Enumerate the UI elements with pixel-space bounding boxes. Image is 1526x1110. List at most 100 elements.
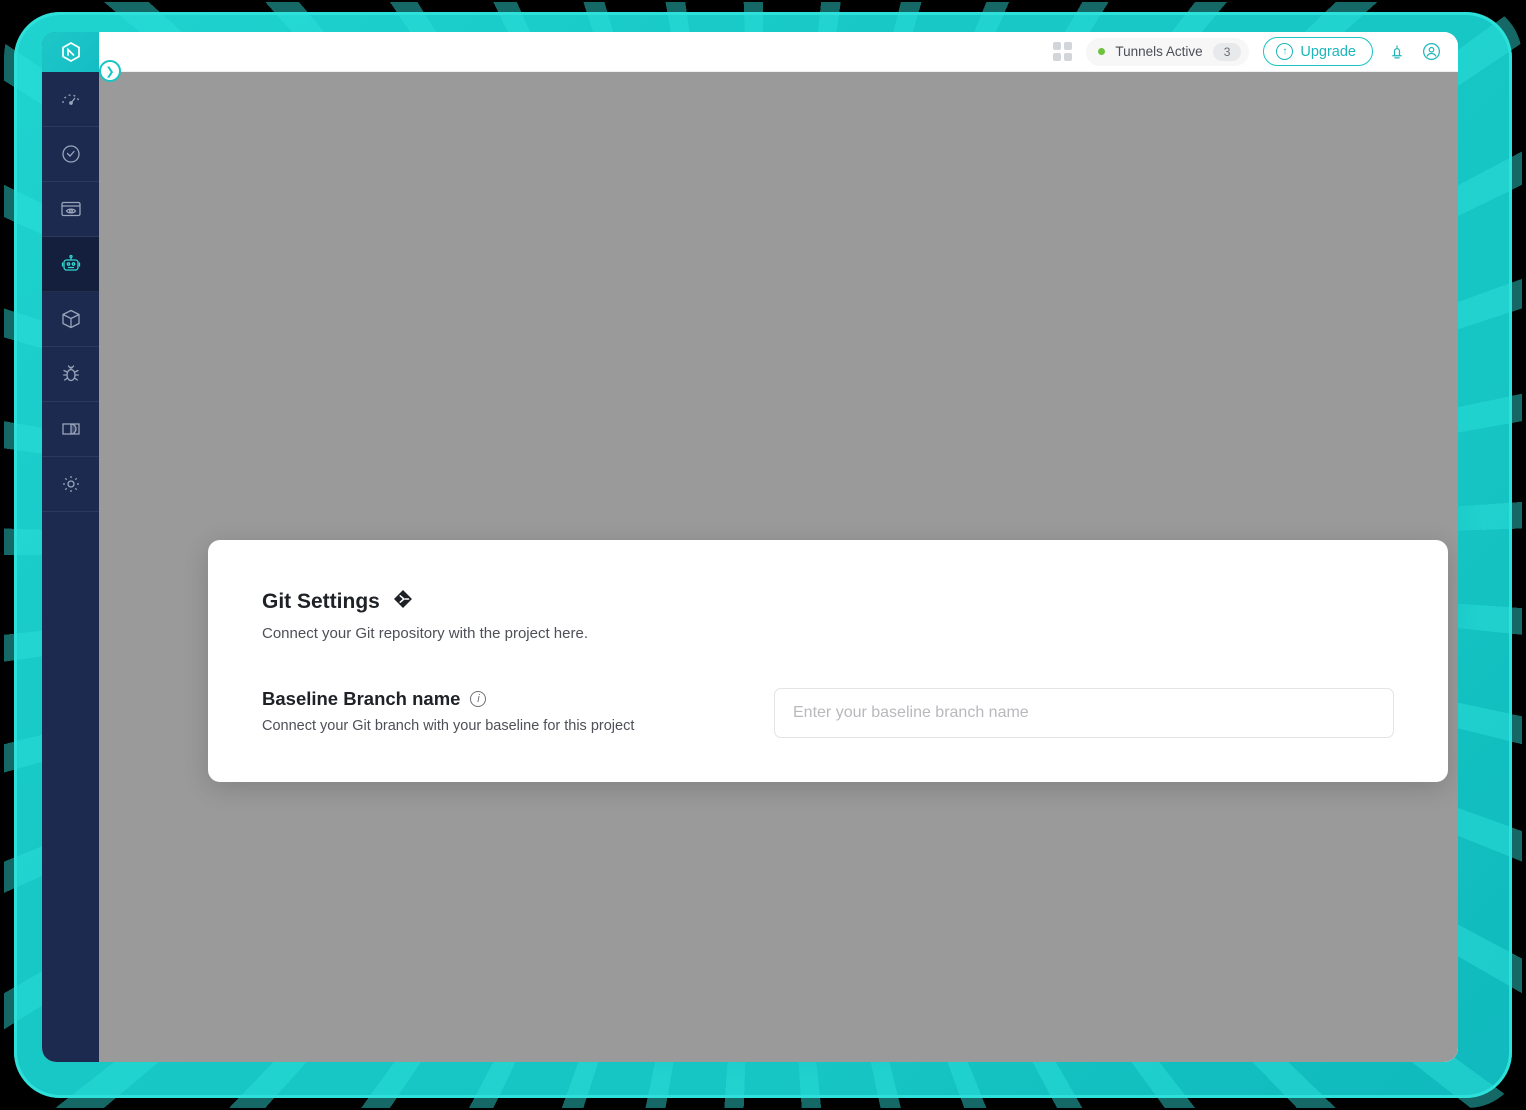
line — [319, 327, 450, 332]
tunnels-label: Tunnels Active — [1115, 44, 1202, 59]
baseline-branch-subtitle: Connect your Git branch with your baseli… — [262, 718, 774, 734]
diff-plant-shape — [1087, 421, 1098, 437]
email-updates-row: Get Email updates after every build run … — [134, 782, 1423, 848]
copy-icon — [1341, 1044, 1352, 1062]
user-account-icon[interactable] — [1421, 41, 1442, 62]
color-label-red: Red — [894, 120, 966, 135]
trash-icon[interactable] — [1256, 148, 1273, 170]
line — [392, 433, 539, 439]
card-header — [255, 298, 560, 360]
line — [392, 484, 501, 490]
color-field-alpha: Alpha — [1165, 120, 1237, 172]
browser-eye-icon — [59, 197, 83, 221]
baseline-branch-title: Baseline Branch name i — [262, 688, 774, 710]
lambdatest-logo[interactable] — [42, 32, 99, 72]
picture-frame-shape — [628, 374, 662, 404]
status-dot — [1098, 48, 1105, 55]
sample-card-test-output: Test Output — [611, 297, 918, 543]
lambdatest-badge-section-title: LAMBDATEST BADGE — [134, 950, 331, 967]
diff-dot-small — [1082, 375, 1101, 394]
top-bar: Tunnels Active 3 ↑ Upgrade — [99, 32, 1458, 72]
line — [392, 380, 486, 388]
lambdatest-logo-icon — [271, 1038, 285, 1055]
email-text-before: Get Email updates after every build run … — [213, 807, 579, 824]
clock-check-icon — [59, 142, 83, 166]
package-box-icon — [59, 307, 83, 331]
sidebar-item-builds[interactable] — [42, 292, 99, 347]
badge-code-text: [![This project is using lambdatest for … — [434, 1055, 1312, 1062]
grid-cell — [1064, 53, 1072, 61]
line — [319, 340, 490, 345]
color-field-blue: Blue — [984, 120, 1056, 172]
upgrade-label: Upgrade — [1300, 44, 1356, 60]
color-input-blue[interactable] — [984, 142, 1056, 172]
line — [749, 411, 837, 417]
robot-icon — [59, 252, 83, 276]
sidebar-item-visual-preview[interactable] — [42, 182, 99, 237]
card-illustration — [628, 374, 733, 487]
upload-circle-icon: ↑ — [1276, 43, 1293, 60]
picture-frame-shape — [271, 374, 305, 404]
test-output-card-image — [611, 297, 918, 514]
color-input-alpha[interactable] — [1165, 142, 1237, 172]
card-illustration — [271, 374, 376, 490]
lambdatest-badge-pill[interactable]: Visual Testing LAMBDATEST — [159, 1033, 392, 1060]
add-area-link[interactable]: Add Area — [234, 128, 292, 144]
git-settings-title-text: Git Settings — [262, 590, 380, 614]
grid-icon[interactable] — [1053, 42, 1072, 61]
desk-illustration — [628, 418, 728, 482]
line — [392, 450, 462, 456]
grid-cell — [1053, 53, 1061, 61]
header-lines — [319, 314, 544, 345]
info-icon[interactable]: i — [470, 691, 486, 707]
gear-icon — [59, 472, 83, 496]
line — [392, 399, 456, 405]
baseline-branch-row: Baseline Branch name i Connect your Git … — [262, 688, 1394, 738]
color-input-red[interactable] — [894, 142, 966, 172]
chevron-right-icon: ❯ — [105, 65, 114, 78]
sidebar-item-settings[interactable] — [42, 457, 99, 512]
color-field-green: Green — [1075, 120, 1147, 172]
sidebar-item-automation-bot[interactable] — [42, 237, 99, 292]
sidebar-item-realtime[interactable] — [42, 127, 99, 182]
git-settings-title: Git Settings — [262, 588, 1394, 616]
notification-bell-icon[interactable] — [1387, 42, 1407, 62]
diff-line — [1106, 453, 1207, 459]
sample-card-diff: Diff — [968, 297, 1275, 543]
color-editor: Red Blue Green Alpha — [894, 120, 1273, 172]
tunnels-active-status[interactable]: Tunnels Active 3 — [1086, 38, 1249, 66]
header-lines — [676, 320, 853, 338]
diff-content — [969, 298, 1274, 514]
git-settings-subtitle: Connect your Git repository with the pro… — [262, 625, 1394, 642]
update-settings-button[interactable]: Update Settings — [699, 867, 858, 910]
copy-button[interactable]: Copy — [1341, 1044, 1384, 1062]
diff-line — [1106, 427, 1232, 433]
color-input-green[interactable] — [1075, 142, 1147, 172]
line — [319, 314, 535, 319]
line — [749, 394, 813, 400]
color-field-red: Red — [894, 120, 966, 172]
card-text-lines — [392, 374, 544, 490]
sidebar-collapse-toggle[interactable]: ❯ — [99, 60, 121, 82]
page-content: Add Area Red Blue Green Al — [99, 72, 1458, 1062]
line — [676, 333, 726, 338]
desk-illustration — [271, 418, 371, 482]
badge-markdown-snippet: [![This project is using lambdatest for … — [416, 1036, 1398, 1062]
sample-comparison-cards: Baseline — [254, 297, 1275, 543]
card-body — [255, 360, 560, 504]
add-color-link[interactable]: Add Color — [894, 188, 956, 204]
baseline-branch-input[interactable] — [774, 688, 1394, 738]
line — [749, 440, 819, 446]
diff-line — [1106, 380, 1184, 386]
bug-icon — [59, 362, 83, 386]
sample-comparison-title: SAMPLE COMPARISON VIEW — [99, 264, 1458, 281]
email-updates-toggle[interactable] — [169, 807, 199, 824]
sidebar-item-visual-compare[interactable] — [42, 402, 99, 457]
copy-label: Copy — [1357, 1044, 1384, 1062]
line — [749, 473, 861, 479]
sidebar-item-dashboard[interactable] — [42, 72, 99, 127]
badge-pill-right-label: LAMBDATEST — [290, 1039, 383, 1054]
upgrade-button[interactable]: ↑ Upgrade — [1263, 37, 1373, 66]
sidebar-item-issues[interactable] — [42, 347, 99, 402]
git-settings-modal: Git Settings Connect your Git repository… — [208, 540, 1448, 782]
